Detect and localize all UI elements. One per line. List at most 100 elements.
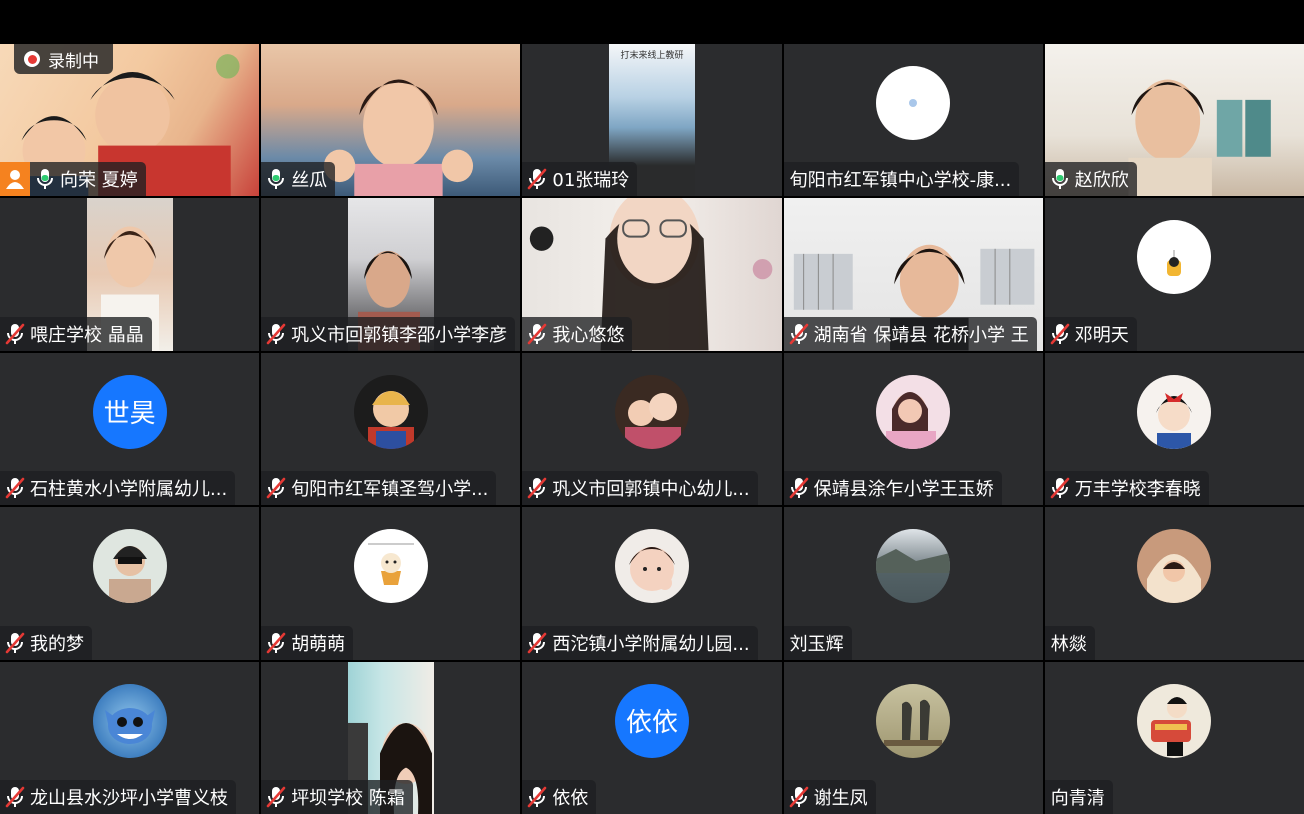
participant-name: 林燚 [1050, 633, 1087, 655]
participant-name-tag: 坪坝学校 陈霜 [261, 779, 413, 814]
participant-name-tag: 林燚 [1044, 625, 1095, 660]
participant-tile[interactable]: 喂庄学校 晶晶 [0, 198, 260, 351]
participant-tile[interactable]: 赵欣欣 [1044, 44, 1304, 197]
mic-muted-icon[interactable] [263, 630, 289, 656]
recording-label: 录制中 [48, 51, 99, 72]
participant-name: 万丰学校李春晓 [1074, 479, 1201, 501]
participant-name: 01张瑞玲 [552, 170, 630, 192]
participant-name: 赵欣欣 [1074, 170, 1129, 192]
mic-muted-icon[interactable] [524, 321, 550, 347]
participant-name-tag: 龙山县水沙坪小学曹义枝 [0, 779, 236, 814]
mic-muted-icon[interactable] [2, 784, 28, 810]
avatar [353, 529, 428, 604]
mic-muted-icon[interactable] [1047, 321, 1073, 347]
mic-muted-icon[interactable] [524, 166, 550, 192]
mic-muted-icon[interactable] [786, 321, 812, 347]
participant-tile[interactable]: 录制中 向荣 夏婷 [0, 44, 260, 197]
participant-tile[interactable]: 保靖县涂乍小学王玉娇 [783, 352, 1043, 506]
mic-on-icon[interactable] [32, 166, 58, 192]
top-bar [0, 0, 1304, 44]
participant-name-tag: 胡萌萌 [261, 625, 354, 660]
mic-muted-icon[interactable] [786, 784, 812, 810]
participant-tile[interactable]: 林燚 [1044, 507, 1304, 660]
avatar [876, 683, 951, 758]
participant-name: 我心悠悠 [552, 324, 625, 346]
participant-name-tag: 旬阳市红军镇中心学校-康... [783, 162, 1020, 197]
avatar [876, 374, 951, 449]
participant-tile[interactable]: 世昊 石柱黄水小学附属幼儿... [0, 352, 260, 506]
participant-tile[interactable]: 打末来线上教研 01张瑞玲 [522, 44, 782, 197]
avatar [1137, 220, 1212, 295]
participant-name: 向荣 夏婷 [60, 170, 138, 192]
participant-name: 坪坝学校 陈霜 [291, 787, 405, 809]
participant-name-tag: 刘玉辉 [783, 625, 852, 660]
participant-name-tag: 喂庄学校 晶晶 [0, 316, 152, 351]
avatar [1137, 683, 1212, 758]
mic-on-icon[interactable] [263, 166, 289, 192]
participant-name-tag: 邓明天 [1044, 316, 1137, 351]
participant-tile[interactable]: 向青清 [1044, 661, 1304, 814]
participant-tile[interactable]: 坪坝学校 陈霜 [261, 661, 521, 814]
participant-name-tag: 向荣 夏婷 [30, 162, 146, 197]
participant-name: 保靖县涂乍小学王玉娇 [813, 479, 994, 501]
participant-name-tag: 依依 [522, 779, 597, 814]
participant-name-tag: 01张瑞玲 [522, 162, 638, 197]
participant-tile[interactable]: 巩义市回郭镇中心幼儿... [522, 352, 782, 506]
participant-name: 胡萌萌 [291, 633, 346, 655]
participant-tile[interactable]: 谢生凤 [783, 661, 1043, 814]
participant-tile[interactable]: 丝瓜 [261, 44, 521, 197]
mic-muted-icon[interactable] [786, 475, 812, 501]
participant-name-tag: 湖南省 保靖县 花桥小学 王 [783, 316, 1037, 351]
participant-tile[interactable]: 胡萌萌 [261, 507, 521, 660]
participant-name: 丝瓜 [291, 170, 328, 192]
avatar [876, 529, 951, 604]
participant-name-tag: 保靖县涂乍小学王玉娇 [783, 471, 1002, 506]
mic-muted-icon[interactable] [263, 321, 289, 347]
participant-name-tag: 巩义市回郭镇李邵小学李彦 [261, 316, 516, 351]
participant-tile[interactable]: 邓明天 [1044, 198, 1304, 351]
participant-tile[interactable]: 我的梦 [0, 507, 260, 660]
participant-name-tag: 万丰学校李春晓 [1044, 471, 1209, 506]
mic-muted-icon[interactable] [2, 630, 28, 656]
mic-muted-icon[interactable] [2, 475, 28, 501]
record-icon [24, 51, 40, 67]
participant-tile[interactable]: 刘玉辉 [783, 507, 1043, 660]
recording-indicator: 录制中 [14, 44, 113, 74]
participant-name-tag: 谢生凤 [783, 779, 876, 814]
participant-name: 旬阳市红军镇圣驾小学... [291, 479, 489, 501]
avatar [876, 66, 951, 140]
participant-name: 喂庄学校 晶晶 [30, 324, 144, 346]
mic-muted-icon[interactable] [524, 784, 550, 810]
participant-name-tag: 旬阳市红军镇圣驾小学... [261, 471, 497, 506]
participant-name: 刘玉辉 [789, 633, 844, 655]
avatar [614, 529, 689, 604]
avatar: 世昊 [92, 374, 167, 449]
participant-tile[interactable]: 我心悠悠 [522, 198, 782, 351]
mic-muted-icon[interactable] [1047, 475, 1073, 501]
mic-muted-icon[interactable] [524, 475, 550, 501]
participant-name: 湖南省 保靖县 花桥小学 王 [813, 324, 1029, 346]
participant-name: 旬阳市红军镇中心学校-康... [789, 170, 1012, 192]
participant-name: 巩义市回郭镇李邵小学李彦 [291, 324, 508, 346]
avatar [92, 683, 167, 758]
participant-name: 巩义市回郭镇中心幼儿... [552, 479, 750, 501]
participant-tile[interactable]: 龙山县水沙坪小学曹义枝 [0, 661, 260, 814]
mic-muted-icon[interactable] [2, 321, 28, 347]
participant-tile[interactable]: 万丰学校李春晓 [1044, 352, 1304, 506]
avatar: 依依 [614, 683, 689, 758]
participant-name-tag: 我的梦 [0, 625, 92, 660]
participant-tile[interactable]: 旬阳市红军镇中心学校-康... [783, 44, 1043, 197]
participant-tile[interactable]: 旬阳市红军镇圣驾小学... [261, 352, 521, 506]
mic-muted-icon[interactable] [524, 630, 550, 656]
participant-tile[interactable]: 依依 依依 [522, 661, 782, 814]
participant-name: 我的梦 [30, 633, 84, 655]
participant-tile[interactable]: 西沱镇小学附属幼儿园... [522, 507, 782, 660]
avatar [614, 374, 689, 449]
mic-muted-icon[interactable] [263, 475, 289, 501]
participant-tile[interactable]: 巩义市回郭镇李邵小学李彦 [261, 198, 521, 351]
user-icon [0, 162, 30, 197]
mic-on-icon[interactable] [1047, 166, 1073, 192]
mic-muted-icon[interactable] [263, 784, 289, 810]
participant-tile[interactable]: 湖南省 保靖县 花桥小学 王 [783, 198, 1043, 351]
participant-name-tag: 巩义市回郭镇中心幼儿... [522, 471, 758, 506]
